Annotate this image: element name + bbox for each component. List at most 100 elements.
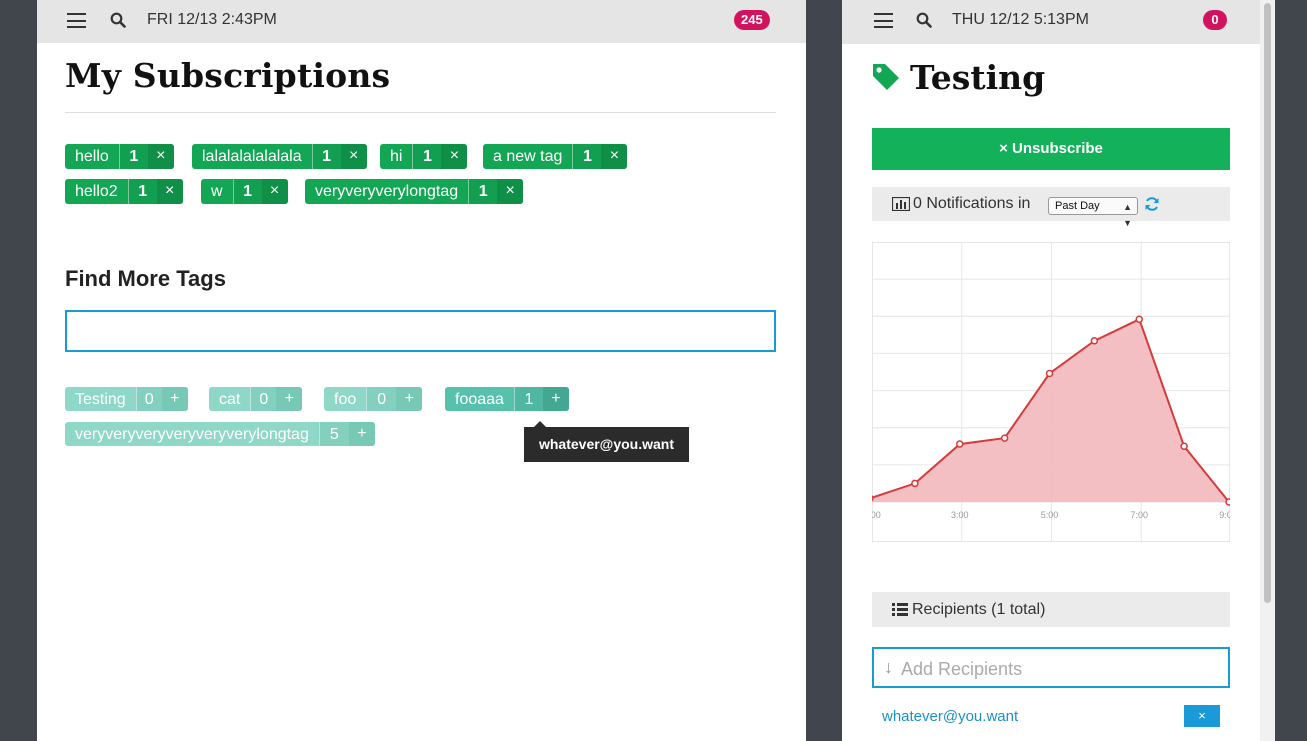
tag-count: 1 — [468, 179, 498, 204]
tag-name[interactable]: veryveryverylongtag — [305, 179, 468, 204]
clock: FRI 12/13 2:43PM — [147, 11, 277, 28]
search-icon[interactable] — [916, 12, 932, 28]
unsubscribe-button[interactable]: × Unsubscribe — [872, 128, 1230, 170]
recipients-label: Recipients (1 total) — [912, 601, 1046, 618]
tag-name[interactable]: a new tag — [483, 144, 572, 169]
remove-tag-button[interactable]: × — [147, 144, 174, 169]
top-bar: FRI 12/13 2:43PM 245 — [37, 0, 806, 43]
add-tag-button[interactable]: + — [542, 387, 569, 411]
notifications-chart: 1:00 3:00 5:00 7:00 9:00 — [872, 242, 1230, 542]
tag-name[interactable]: veryveryveryveryveryverylongtag — [65, 422, 319, 446]
add-tag-button[interactable]: + — [161, 387, 188, 411]
remove-tag-button[interactable]: × — [340, 144, 367, 169]
subscription-tag[interactable]: w 1 × — [201, 179, 288, 204]
subscription-tag[interactable]: a new tag 1 × — [483, 144, 628, 169]
remove-tag-button[interactable]: × — [441, 144, 468, 169]
chart-tick-label: 3:00 — [951, 510, 969, 520]
tag-count: 0 — [135, 387, 162, 411]
subscription-tag[interactable]: hello2 1 × — [65, 179, 183, 204]
menu-icon[interactable] — [67, 13, 86, 28]
tag-count: 0 — [250, 387, 277, 411]
period-select[interactable]: Past Day ▲ ▼ — [1048, 197, 1138, 228]
tag-count: 1 — [513, 387, 543, 411]
chart-point — [1045, 369, 1054, 378]
available-tag[interactable]: foo 0 + — [324, 387, 423, 411]
tag-count: 0 — [366, 387, 397, 411]
refresh-icon[interactable] — [1144, 196, 1160, 212]
top-bar: THU 12/12 5:13PM 0 — [842, 0, 1260, 44]
tag-count: 1 — [412, 144, 442, 169]
chart-tick-label: 9:00 — [1219, 510, 1230, 520]
remove-tag-button[interactable]: × — [156, 179, 183, 204]
menu-icon[interactable] — [874, 13, 893, 28]
find-more-tags-heading: Find More Tags — [65, 266, 226, 291]
tag-name[interactable]: hello — [65, 144, 119, 169]
notification-badge[interactable]: 0 — [1203, 10, 1227, 30]
tag-count: 1 — [127, 179, 157, 204]
tag-name[interactable]: fooaaa — [445, 387, 514, 411]
period-value: Past Day — [1055, 200, 1100, 212]
add-recipients-placeholder: Add Recipients — [901, 659, 1023, 679]
tooltip: whatever@you.want — [524, 421, 689, 462]
tag-count: 5 — [318, 422, 349, 446]
remove-recipient-button[interactable]: × — [1184, 705, 1220, 727]
notifications-label: 0 Notifications in — [913, 195, 1031, 212]
chart-tick-label: 7:00 — [1130, 510, 1148, 520]
scrollbar-thumb[interactable] — [1264, 3, 1271, 603]
available-tag[interactable]: cat 0 + — [209, 387, 303, 411]
notification-badge[interactable]: 245 — [734, 10, 770, 30]
chart-point — [956, 440, 964, 448]
tag-count: 1 — [232, 179, 262, 204]
tag-icon — [873, 64, 899, 90]
subscription-tag[interactable]: veryveryverylongtag 1 × — [305, 179, 524, 204]
tag-count: 1 — [118, 144, 148, 169]
available-tag[interactable]: veryveryveryveryveryverylongtag 5 + — [65, 422, 375, 446]
down-arrow-icon: ↓ — [884, 657, 893, 677]
tag-name[interactable]: hello2 — [65, 179, 128, 204]
select-caret-icon: ▲ ▼ — [1123, 202, 1132, 228]
add-tag-button[interactable]: + — [348, 422, 375, 446]
tag-count: 1 — [311, 144, 341, 169]
search-icon[interactable] — [110, 12, 126, 28]
left-panel: FRI 12/13 2:43PM 245 My Subscriptions he… — [37, 0, 806, 741]
right-panel: THU 12/12 5:13PM 0 Testing × Unsubscribe… — [842, 0, 1260, 741]
chart-point — [911, 479, 919, 488]
bar-chart-icon — [892, 197, 910, 211]
tag-name[interactable]: lalalalalalalala — [192, 144, 312, 169]
subscription-tag[interactable]: lalalalalalalala 1 × — [192, 144, 367, 169]
divider — [65, 112, 776, 113]
tag-name[interactable]: foo — [324, 387, 366, 411]
available-tag[interactable]: fooaaa 1 + — [445, 387, 569, 411]
recipient-email-link[interactable]: whatever@you.want — [882, 708, 1018, 725]
available-tag[interactable]: Testing 0 + — [65, 387, 188, 411]
chart-point — [1135, 315, 1143, 324]
remove-tag-button[interactable]: × — [601, 144, 628, 169]
list-icon — [892, 603, 908, 616]
clock: THU 12/12 5:13PM — [952, 11, 1089, 28]
remove-tag-button[interactable]: × — [261, 179, 288, 204]
add-tag-button[interactable]: + — [396, 387, 423, 411]
tag-title: Testing — [910, 58, 1046, 97]
scrollbar[interactable] — [1260, 0, 1275, 741]
add-tag-button[interactable]: + — [276, 387, 303, 411]
chart-point — [1225, 498, 1230, 506]
notifications-bar: 0 Notifications in Past Day ▲ ▼ — [872, 187, 1230, 228]
tag-name[interactable]: hi — [380, 144, 412, 169]
chart-point — [1090, 337, 1099, 345]
tag-search-input[interactable] — [65, 310, 776, 352]
tag-name[interactable]: Testing — [65, 387, 136, 411]
subscription-tag[interactable]: hi 1 × — [380, 144, 468, 169]
chart-tick-label: 5:00 — [1041, 510, 1059, 520]
remove-tag-button[interactable]: × — [497, 179, 524, 204]
recipients-bar: Recipients (1 total) — [872, 592, 1230, 627]
page-title: My Subscriptions — [65, 56, 391, 95]
tag-count: 1 — [572, 144, 602, 169]
chart-tick-label: 1:00 — [872, 510, 881, 520]
chart-point — [1180, 442, 1188, 451]
tag-name[interactable]: w — [201, 179, 233, 204]
add-recipients-input[interactable]: ↓ Add Recipients — [872, 647, 1230, 688]
tag-name[interactable]: cat — [209, 387, 250, 411]
chart-point — [1000, 434, 1009, 442]
subscription-tag[interactable]: hello 1 × — [65, 144, 174, 169]
chart-point — [872, 495, 874, 502]
